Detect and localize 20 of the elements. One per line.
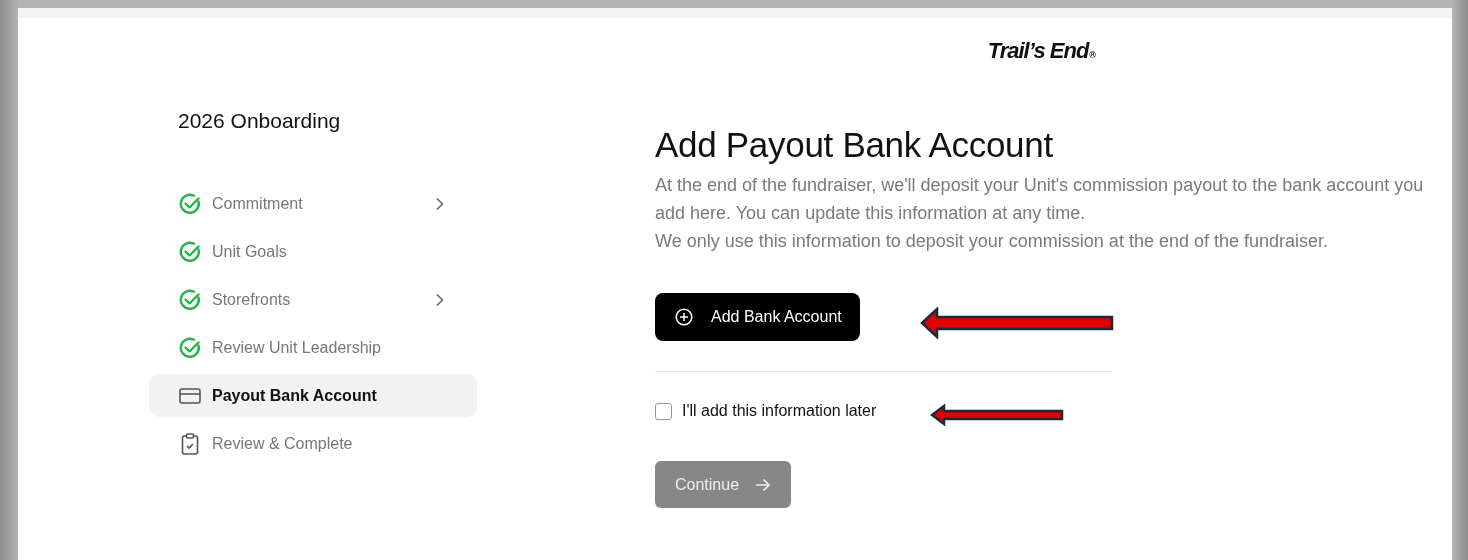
- checkbox-label[interactable]: I'll add this information later: [682, 402, 877, 420]
- add-bank-account-button[interactable]: Add Bank Account: [655, 293, 860, 341]
- description-text: At the end of the fundraiser, we'll deposit your Unit's commission payout to the bank account you add here. You can update this information at any time.: [655, 174, 1425, 225]
- check-circle-icon: [178, 335, 202, 360]
- nav-item[interactable]: Payout Bank Account: [149, 374, 477, 417]
- arrow-right-icon: [755, 477, 772, 492]
- nav-item[interactable]: Review & Complete: [149, 422, 477, 465]
- checkbox[interactable]: [655, 402, 672, 420]
- nav-item[interactable]: Unit Goals: [149, 230, 477, 273]
- logo[interactable]: Trail’s End®: [987, 38, 1096, 64]
- description-text: We only use this information to deposit your commission at the end of the fundraiser.: [655, 230, 1330, 253]
- check-circle-icon: [178, 191, 202, 216]
- nav-item[interactable]: Commitment: [149, 182, 477, 225]
- plus-circle-icon: [675, 308, 693, 326]
- sidebar-title: 2026 Onboarding: [178, 108, 342, 134]
- nav-item[interactable]: Storefronts: [149, 278, 477, 321]
- page-heading: Add Payout Bank Account: [655, 125, 1054, 165]
- check-circle-icon: [178, 287, 202, 312]
- nav-item[interactable]: Review Unit Leadership: [149, 326, 477, 369]
- check-circle-icon: [178, 239, 202, 264]
